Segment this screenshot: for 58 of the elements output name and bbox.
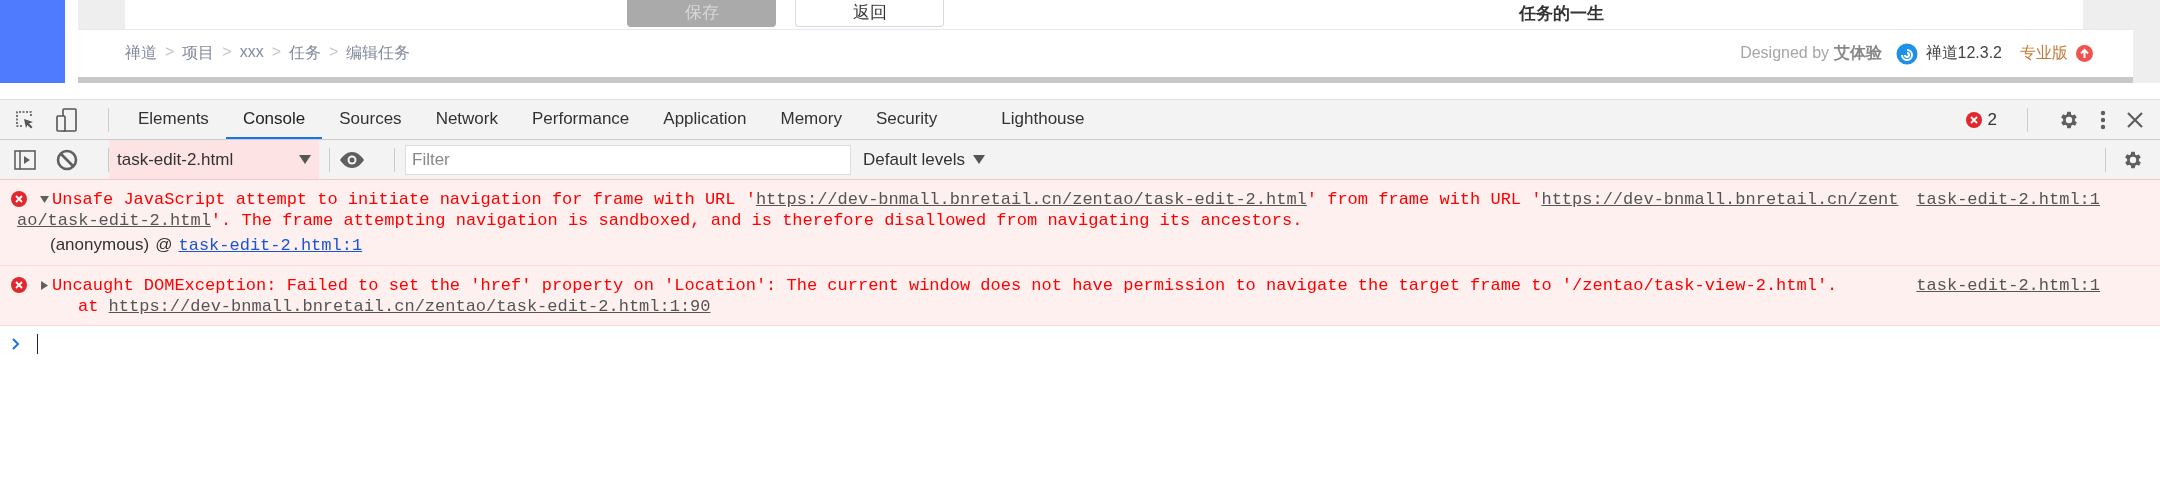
context-dropdown[interactable]: task-edit-2.html	[109, 140, 319, 179]
upgrade-icon[interactable]	[2076, 45, 2093, 62]
swirl-logo-icon	[1895, 42, 1918, 65]
edition-link[interactable]: 专业版	[2020, 43, 2068, 64]
error-text: Unsafe JavaScript attempt to initiate navigation for frame with URL '	[52, 190, 756, 209]
device-toolbar-icon[interactable]	[56, 107, 78, 132]
expand-triangle-icon[interactable]	[40, 195, 49, 204]
breadcrumb-separator: >	[222, 43, 232, 62]
stack-location-link[interactable]: task-edit-2.html:1	[178, 236, 363, 255]
breadcrumb-separator: >	[329, 43, 339, 62]
filter-field[interactable]: Filter	[405, 144, 851, 175]
error-text: at	[78, 297, 100, 316]
dropdown-caret-icon	[299, 155, 311, 164]
url-link[interactable]: ao/task-edit-2.html	[17, 211, 211, 230]
breadcrumb-separator: >	[165, 43, 175, 62]
panel-tab[interactable]: Network	[418, 100, 515, 139]
breadcrumb-link[interactable]: 任务	[289, 43, 322, 64]
sidebar-toggle-icon[interactable]	[14, 149, 36, 170]
panel-tab[interactable]: Security	[858, 100, 955, 139]
close-icon[interactable]	[2126, 110, 2144, 129]
at-sign: @	[155, 235, 173, 255]
panel-tab[interactable]: Lighthouse	[984, 100, 1102, 139]
breadcrumb-link[interactable]: 项目	[182, 43, 215, 64]
back-button[interactable]: 返回	[795, 0, 944, 27]
panel-tab[interactable]: Memory	[763, 100, 859, 139]
eye-icon[interactable]	[340, 151, 364, 168]
source-link[interactable]: task-edit-2.html:1	[1916, 275, 2100, 317]
product-version: 禅道12.3.2	[1925, 43, 2002, 63]
breadcrumb-separator: >	[271, 43, 282, 62]
stack-function: (anonymous)	[50, 235, 150, 255]
panel-tab[interactable]: Application	[646, 100, 764, 139]
error-icon	[11, 277, 27, 293]
url-link[interactable]: https://dev-bnmall.bnretail.cn/zentao/task-edit-2.html	[755, 190, 1307, 209]
text-cursor	[37, 334, 38, 354]
breadcrumb-link[interactable]: 禅道	[125, 43, 157, 64]
section-title: 任务的一生	[1519, 3, 1604, 25]
error-count-badge[interactable]: 2	[1965, 109, 1997, 130]
clear-console-icon[interactable]	[56, 148, 78, 171]
more-options-icon[interactable]	[2100, 109, 2106, 130]
error-text: '. The frame attempting navigation is sandboxed, and is therefore disallowed from navigating its ancestors.	[210, 211, 1303, 230]
error-text: ' from frame with URL '	[1306, 190, 1542, 209]
breadcrumb-link[interactable]: xxx	[239, 43, 264, 64]
log-levels-dropdown[interactable]: Default levels	[863, 149, 986, 170]
panel-tab[interactable]: Performance	[515, 100, 647, 139]
designed-by-text: Designed by 艾体验	[1740, 43, 1882, 63]
error-icon	[11, 191, 27, 207]
breadcrumb-link[interactable]: 编辑任务	[346, 43, 411, 64]
source-link[interactable]: task-edit-2.html:1	[1916, 189, 2100, 257]
error-count: 2	[1987, 109, 1997, 130]
url-link[interactable]: https://dev-bnmall.bnretail.cn/zentao/task-edit-2.html:1:90	[108, 297, 711, 316]
prompt-chevron-icon	[12, 338, 20, 350]
expand-triangle-icon[interactable]	[40, 281, 49, 290]
error-text: Uncaught DOMException: Failed to set the 'href' property on 'Location': The current window does not have permission to navigate the target frame to '/zentao/task-view-2.html'.	[52, 276, 1838, 295]
error-icon	[1965, 111, 1982, 128]
url-link[interactable]: https://dev-bnmall.bnretail.cn/zent	[1541, 190, 1899, 209]
panel-tab[interactable]: Elements	[121, 100, 226, 139]
dropdown-caret-icon	[973, 155, 986, 164]
panel-tab[interactable]: Sources	[322, 100, 419, 139]
